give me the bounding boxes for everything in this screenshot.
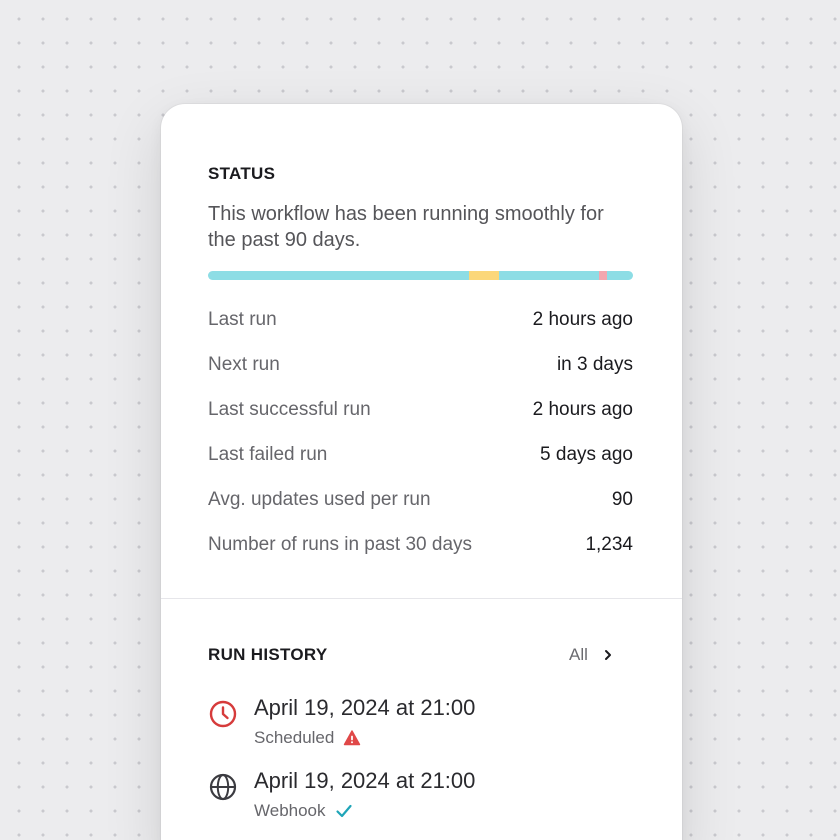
run-trigger-type: Webhook: [254, 801, 353, 821]
status-row-label: Avg. updates used per run: [208, 488, 431, 510]
status-row-label: Number of runs in past 30 days: [208, 533, 473, 555]
run-status-bar: [208, 271, 633, 280]
run-date: April 19, 2024 at 21:00: [254, 695, 476, 720]
view-all-label: All: [569, 645, 588, 664]
status-details: Last run 2 hours ago Next run in 3 days …: [208, 297, 633, 567]
warning-icon: [344, 730, 361, 746]
run-trigger-label: Webhook: [254, 801, 326, 820]
status-row-last-run: Last run 2 hours ago: [208, 297, 633, 342]
section-divider: [161, 598, 682, 599]
status-row-value: in 3 days: [556, 353, 633, 375]
status-row-last-successful-run: Last successful run 2 hours ago: [208, 387, 633, 432]
status-row-next-run: Next run in 3 days: [208, 342, 633, 387]
status-row-runs-past-30-days: Number of runs in past 30 days 1,234: [208, 522, 633, 567]
run-history-title: RUN HISTORY: [208, 645, 328, 664]
status-row-label: Last successful run: [208, 398, 371, 420]
clock-icon: [209, 700, 237, 728]
status-row-value: 2 hours ago: [532, 398, 633, 420]
status-bar-segment-success: [606, 271, 633, 280]
status-row-value: 1,234: [585, 533, 633, 555]
status-section-title: STATUS: [208, 164, 276, 183]
status-row-value: 5 days ago: [540, 443, 633, 465]
status-bar-segment-success: [208, 271, 470, 280]
status-bar-segment-success: [499, 271, 599, 280]
run-trigger-label: Scheduled: [254, 728, 335, 747]
status-row-label: Next run: [208, 353, 280, 375]
status-row-last-failed-run: Last failed run 5 days ago: [208, 432, 633, 477]
run-date: April 19, 2024 at 21:00: [254, 768, 476, 793]
chevron-right-icon: [604, 650, 611, 660]
status-bar-segment-warning: [469, 271, 500, 280]
status-description: This workflow has been running smoothly …: [208, 203, 604, 251]
run-trigger-type: Scheduled: [254, 728, 361, 748]
check-icon: [335, 804, 352, 818]
status-row-label: Last failed run: [208, 443, 328, 465]
status-row-value: 2 hours ago: [532, 308, 633, 330]
workflow-status-card: STATUS This workflow has been running sm…: [161, 104, 682, 840]
globe-icon: [209, 773, 237, 801]
status-row-value: 90: [611, 488, 633, 510]
status-row-label: Last run: [208, 308, 277, 330]
status-row-avg-updates: Avg. updates used per run 90: [208, 477, 633, 522]
status-bar-segment-failed: [599, 271, 607, 280]
view-all-runs-link[interactable]: All: [569, 645, 614, 665]
